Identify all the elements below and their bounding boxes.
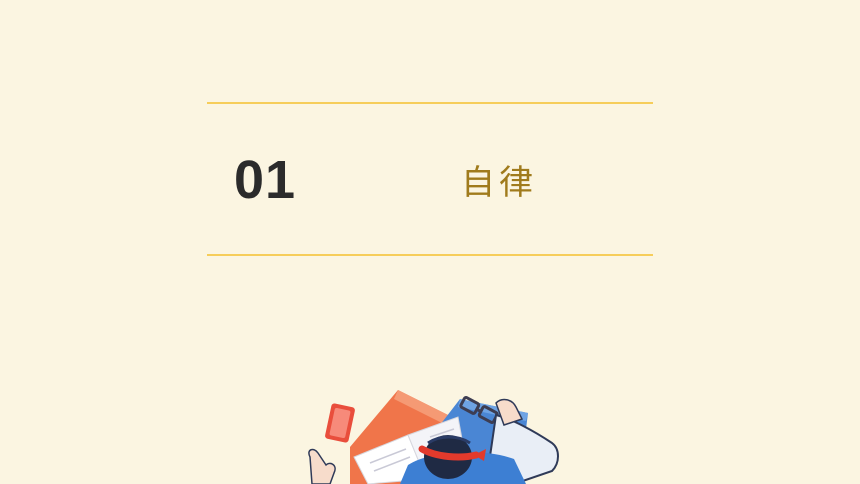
phone-icon (325, 403, 355, 443)
top-divider (207, 102, 653, 104)
student-sleeping-on-books-illustration (290, 385, 570, 484)
section-number: 01 (234, 150, 297, 210)
bottom-divider (207, 254, 653, 256)
left-hand-icon (308, 448, 336, 484)
section-title: 自律 (461, 163, 537, 203)
